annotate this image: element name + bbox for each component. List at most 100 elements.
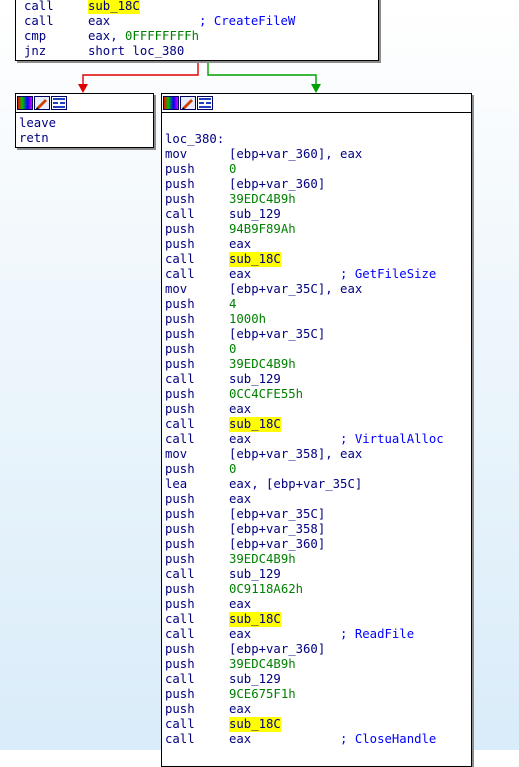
mnemonic: push [165, 162, 195, 176]
block-header [162, 94, 471, 113]
block-instructions: call sub_18C call eax ; CreateFileW cmp eax, … [16, 0, 378, 59]
api-comment: ; GetFileSize [251, 267, 437, 281]
instruction-line[interactable]: push [ebp+var_35C] [165, 327, 471, 342]
instruction-line[interactable]: push [ebp+var_358] [165, 522, 471, 537]
instruction-line[interactable]: call eax ; CloseHandle [165, 732, 471, 747]
instruction-line[interactable]: push eax [165, 492, 471, 507]
basic-block-return[interactable]: leave retn [15, 93, 154, 148]
mnemonic: push [165, 327, 195, 341]
numeric-operand: 0 [229, 342, 237, 356]
instruction-line[interactable]: call sub_18C [165, 717, 471, 732]
instruction-line[interactable]: push 39EDC4B9h [165, 357, 471, 372]
instruction-line[interactable]: jnz short loc_380 [24, 44, 378, 59]
instruction-line[interactable]: cmp eax, 0FFFFFFFFh [24, 29, 378, 44]
instruction-line[interactable]: push eax [165, 597, 471, 612]
instruction-line[interactable]: call eax ; VirtualAlloc [165, 432, 471, 447]
instruction-line[interactable]: lea eax, [ebp+var_35C] [165, 477, 471, 492]
instruction-line[interactable]: push 0C9118A62h [165, 582, 471, 597]
instruction-line[interactable]: push eax [165, 402, 471, 417]
instruction-line[interactable]: mov [ebp+var_35C], eax [165, 282, 471, 297]
mnemonic: loc_380: [165, 132, 225, 146]
mnemonic: call [165, 612, 195, 626]
operand: eax [229, 627, 252, 641]
color-palette-icon[interactable] [17, 96, 33, 110]
mnemonic: push [165, 552, 195, 566]
instruction-line[interactable]: push 0CC4CFE55h [165, 387, 471, 402]
instruction-line[interactable]: call sub_129 [165, 372, 471, 387]
operand: sub_129 [229, 207, 281, 221]
operand: short loc_380 [88, 44, 185, 58]
instruction-line[interactable]: loc_380: [165, 132, 471, 147]
instruction-line[interactable]: push 0 [165, 162, 471, 177]
instruction-line[interactable]: call sub_18C [165, 252, 471, 267]
mnemonic: push [165, 222, 195, 236]
instruction-line[interactable]: call eax ; GetFileSize [165, 267, 471, 282]
operand: eax [229, 432, 252, 446]
instruction-line[interactable]: push 39EDC4B9h [165, 192, 471, 207]
instruction-line[interactable]: call eax ; CreateFileW [24, 14, 378, 29]
instruction-line[interactable]: push 4 [165, 297, 471, 312]
mnemonic: push [165, 522, 195, 536]
instruction-line[interactable]: call sub_129 [165, 672, 471, 687]
mnemonic: push [165, 657, 195, 671]
mnemonic: push [165, 597, 195, 611]
instruction-line[interactable]: push 0 [165, 462, 471, 477]
instruction-line[interactable]: push [ebp+var_35C] [165, 507, 471, 522]
operand: eax [229, 267, 252, 281]
mnemonic: push [165, 342, 195, 356]
operand: eax [229, 402, 252, 416]
false-branch-edge[interactable] [78, 62, 199, 93]
instruction-line[interactable]: push [ebp+var_360] [165, 642, 471, 657]
mnemonic: call [165, 732, 195, 746]
instruction-line[interactable]: push 39EDC4B9h [165, 657, 471, 672]
instruction-line[interactable]: push 0 [165, 342, 471, 357]
edit-node-icon[interactable] [34, 96, 50, 110]
operand: eax [229, 702, 252, 716]
block-header [16, 94, 153, 113]
instruction-line[interactable]: push 39EDC4B9h [165, 552, 471, 567]
instruction-line[interactable]: push 94B9F89Ah [165, 222, 471, 237]
basic-block-createfile[interactable]: call sub_18C call eax ; CreateFileW cmp eax, … [15, 0, 379, 61]
numeric-operand: 9CE675F1h [229, 687, 296, 701]
instruction-line[interactable]: push eax [165, 702, 471, 717]
instruction-line[interactable] [165, 117, 471, 132]
mnemonic: retn [19, 131, 49, 145]
highlighted-operand[interactable]: sub_18C [229, 717, 281, 732]
edit-node-icon[interactable] [180, 96, 196, 110]
true-branch-edge[interactable] [207, 62, 321, 93]
mnemonic: mov [165, 147, 188, 161]
highlighted-operand[interactable]: sub_18C [88, 0, 140, 14]
mnemonic: push [165, 582, 195, 596]
highlighted-operand[interactable]: sub_18C [229, 612, 281, 627]
instruction-line[interactable]: push 9CE675F1h [165, 687, 471, 702]
mnemonic: push [165, 357, 195, 371]
mnemonic: push [165, 192, 195, 206]
instruction-line[interactable]: push [ebp+var_360] [165, 537, 471, 552]
operand: eax [229, 492, 252, 506]
instruction-line[interactable]: push [ebp+var_360] [165, 177, 471, 192]
instruction-line[interactable]: retn [19, 131, 153, 146]
mnemonic: push [165, 177, 195, 191]
instruction-line[interactable]: mov [ebp+var_358], eax [165, 447, 471, 462]
api-comment: ; ReadFile [251, 627, 415, 641]
color-palette-icon[interactable] [163, 96, 179, 110]
graph-view-icon[interactable] [51, 96, 67, 110]
instruction-line[interactable]: call sub_129 [165, 207, 471, 222]
instruction-line[interactable]: call sub_18C [165, 417, 471, 432]
basic-block-loc-380[interactable]: loc_380: mov [ebp+var_360], eax push 0 push [e… [161, 93, 472, 767]
graph-view-icon[interactable] [197, 96, 213, 110]
instruction-line[interactable]: leave [19, 116, 153, 131]
operand: eax, [88, 29, 126, 43]
instruction-line[interactable]: push eax [165, 237, 471, 252]
instruction-line[interactable]: call sub_18C [24, 0, 378, 14]
instruction-line[interactable]: call sub_18C [165, 612, 471, 627]
instruction-line[interactable]: push 1000h [165, 312, 471, 327]
operand: [ebp+var_35C] [229, 507, 326, 521]
highlighted-operand[interactable]: sub_18C [229, 417, 281, 432]
instruction-line[interactable]: mov [ebp+var_360], eax [165, 147, 471, 162]
instruction-line[interactable]: call sub_129 [165, 567, 471, 582]
numeric-operand: 0C9118A62h [229, 582, 304, 596]
instruction-line[interactable]: call eax ; ReadFile [165, 627, 471, 642]
highlighted-operand[interactable]: sub_18C [229, 252, 281, 267]
operand: [ebp+var_360], eax [229, 147, 363, 161]
